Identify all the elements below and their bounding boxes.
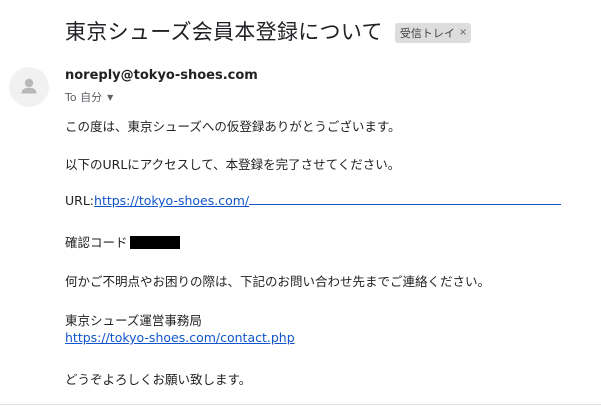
contact-link-text[interactable]: https://tokyo-shoes.com/contact.php: [65, 330, 295, 345]
person-icon: [21, 78, 37, 94]
body-office: 東京シューズ運営事務局: [65, 313, 202, 328]
recipient-label: To 自分: [65, 91, 103, 104]
redacted-link-remainder: [249, 203, 562, 205]
code-line: 確認コード: [65, 232, 180, 251]
sender-avatar: [9, 67, 49, 107]
email-view: 東京シューズ会員本登録について 受信トレイ × noreply@tokyo-sh…: [0, 0, 601, 408]
body-closing: どうぞよろしくお願い致します。: [65, 372, 252, 387]
url-line: URL:https://tokyo-shoes.com/: [65, 193, 562, 208]
subject-row: 東京シューズ会員本登録について 受信トレイ ×: [65, 16, 472, 46]
recipient-dropdown[interactable]: To 自分 ▼: [65, 89, 113, 105]
registration-link-text: https://tokyo-shoes.com/: [94, 193, 250, 208]
chevron-down-icon: ▼: [107, 92, 114, 102]
redacted-code: [129, 236, 180, 249]
sender-address: noreply@tokyo-shoes.com: [65, 68, 258, 83]
divider: [0, 404, 601, 405]
inbox-label-chip[interactable]: 受信トレイ ×: [394, 22, 472, 43]
body-instruction: 以下のURLにアクセスして、本登録を完了させてください。: [65, 157, 401, 172]
contact-link[interactable]: https://tokyo-shoes.com/contact.php: [65, 330, 295, 345]
body-inquiry: 何かご不明点やお困りの際は、下記のお問い合わせ先までご連絡ください。: [65, 274, 491, 289]
body-greeting: この度は、東京シューズへの仮登録ありがとうございます。: [65, 119, 401, 134]
inbox-label-text: 受信トレイ: [399, 26, 455, 40]
registration-link[interactable]: https://tokyo-shoes.com/: [94, 193, 562, 208]
url-prefix: URL:: [65, 193, 95, 208]
code-label: 確認コード: [65, 235, 128, 250]
email-subject: 東京シューズ会員本登録について: [65, 20, 383, 44]
remove-label-icon[interactable]: ×: [459, 27, 467, 38]
